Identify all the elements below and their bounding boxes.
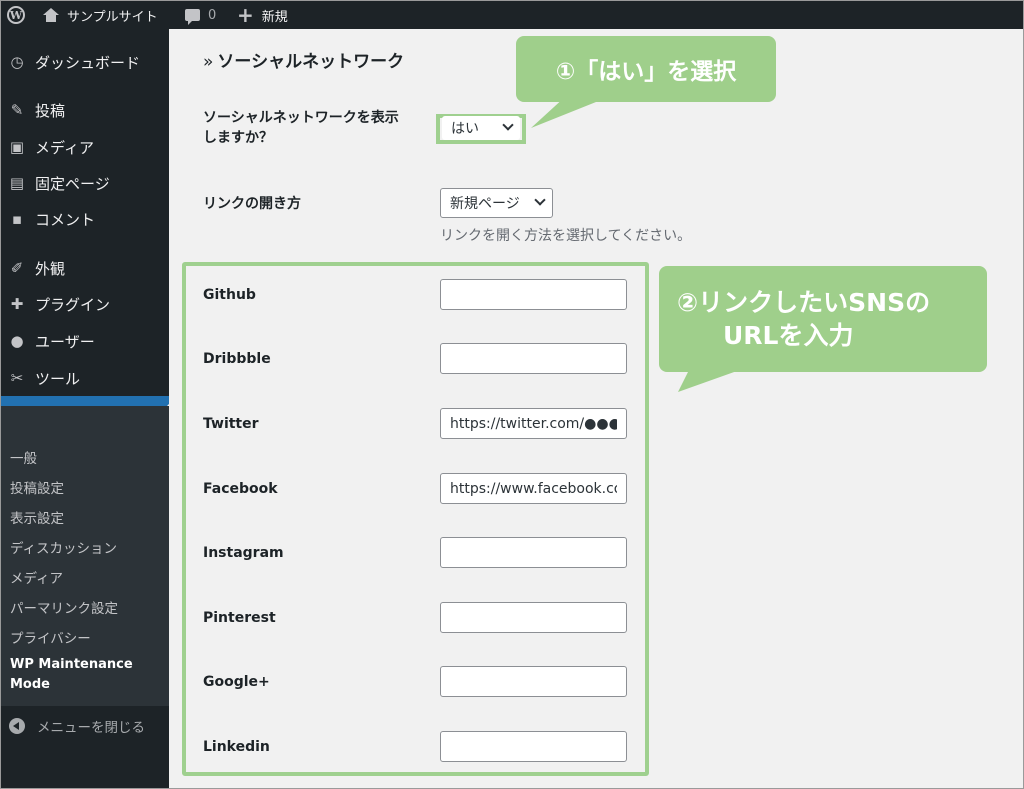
menu-label: ダッシュボード: [35, 53, 141, 72]
menu-label: 外観: [35, 259, 66, 278]
highlight-outline-sns: [182, 262, 649, 776]
comment-icon: ▪: [11, 210, 23, 228]
submenu-writing[interactable]: 投稿設定: [10, 477, 64, 497]
section-title: » ソーシャルネットワーク: [203, 47, 404, 72]
menu-tools[interactable]: ✂ ツール: [1, 360, 169, 396]
menu-label: 固定ページ: [35, 174, 110, 193]
callout1-tail: [531, 96, 611, 128]
callout-enter-sns-url: ②リンクしたいSNSの URLを入力: [659, 266, 987, 372]
submenu-bold-line2: Mode: [10, 677, 50, 692]
admin-sidebar: ◷ ダッシュボード ✎ 投稿 ▣ メディア ▤ 固定ページ ▪ コメント ✐ 外…: [1, 29, 169, 788]
pin-icon: ✎: [10, 101, 24, 119]
sns-label-linkedin: Linkedin: [203, 739, 270, 755]
collapse-label: メニューを閉じる: [37, 720, 145, 736]
menu-plugins[interactable]: ✚ プラグイン: [1, 286, 169, 322]
chevron-down-icon: [502, 119, 514, 131]
page-icon: ▤: [9, 174, 25, 192]
sns-input-linkedin[interactable]: [440, 731, 627, 762]
comments-link[interactable]: 0: [185, 1, 216, 29]
brush-icon: ✐: [10, 259, 24, 277]
site-name: サンプルサイト: [67, 9, 158, 25]
plus-icon: +: [237, 3, 254, 27]
callout-select-yes: ①「はい」を選択: [516, 36, 776, 102]
link-open-label: リンクの開き方: [203, 196, 301, 212]
settings-submenu: 一般 投稿設定 表示設定 ディスカッション メディア パーマリンク設定 プライバ…: [1, 406, 169, 706]
submenu-reading[interactable]: 表示設定: [10, 507, 64, 527]
collapse-menu-button[interactable]: メニューを閉じる: [1, 711, 169, 741]
comment-count: 0: [208, 7, 217, 23]
main-content: » ソーシャルネットワーク ソーシャルネットワークを表示 しますか？ はい リンク…: [169, 29, 1023, 788]
menu-label: コメント: [35, 210, 96, 229]
menu-label: メディア: [35, 138, 94, 157]
menu-users[interactable]: ● ユーザー: [1, 323, 169, 359]
link-open-value: 新規ページ: [450, 196, 520, 212]
menu-pages[interactable]: ▤ 固定ページ: [1, 165, 169, 201]
callout-enter-sns-url-line2: URLを入力: [723, 321, 854, 350]
menu-label: 投稿: [35, 101, 66, 120]
section-raquo: »: [203, 52, 214, 72]
admin-bar: W サンプルサイト 0 + 新規: [1, 1, 1023, 29]
sns-label-github: Github: [203, 287, 256, 303]
sns-label-instagram: Instagram: [203, 545, 284, 561]
show-social-select[interactable]: はい: [442, 116, 520, 140]
submenu-permalinks[interactable]: パーマリンク設定: [10, 597, 118, 617]
submenu-privacy[interactable]: プライバシー: [10, 627, 91, 647]
menu-comments[interactable]: ▪ コメント: [1, 201, 169, 237]
link-open-select[interactable]: 新規ページ: [440, 188, 553, 218]
sns-input-pinterest[interactable]: [440, 602, 627, 633]
sns-input-instagram[interactable]: [440, 537, 627, 568]
comment-bubble-icon: [185, 9, 200, 25]
sns-label-dribbble: Dribbble: [203, 351, 271, 367]
sns-label-twitter: Twitter: [203, 416, 259, 432]
menu-label: ツール: [35, 369, 81, 388]
chevron-down-icon: [534, 194, 546, 206]
menu-media[interactable]: ▣ メディア: [1, 129, 169, 165]
submenu-bold-line1: WP Maintenance: [10, 657, 133, 672]
sns-input-dribbble[interactable]: [440, 343, 627, 374]
wordpress-logo-button[interactable]: W: [5, 1, 27, 29]
callout-select-yes-text: ①「はい」を選択: [555, 59, 737, 85]
link-open-description: リンクを開く方法を選択してください。: [440, 228, 692, 244]
submenu-media[interactable]: メディア: [10, 567, 63, 587]
new-content-link[interactable]: + 新規: [237, 1, 288, 29]
menu-posts[interactable]: ✎ 投稿: [1, 92, 169, 128]
show-social-value: はい: [451, 121, 479, 137]
collapse-arrow-icon: [9, 718, 25, 734]
new-label: 新規: [261, 9, 288, 25]
show-social-label-line1: ソーシャルネットワークを表示: [203, 110, 399, 126]
sns-input-twitter[interactable]: [440, 408, 627, 439]
user-icon: ●: [10, 332, 24, 350]
plugin-icon: ✚: [10, 295, 24, 313]
submenu-discussion[interactable]: ディスカッション: [10, 537, 117, 557]
sns-input-googleplus[interactable]: [440, 666, 627, 697]
menu-label: ユーザー: [35, 332, 95, 351]
sns-label-pinterest: Pinterest: [203, 610, 276, 626]
sns-label-googleplus: Google+: [203, 674, 270, 690]
media-icon: ▣: [9, 138, 25, 156]
callout-enter-sns-url-line1: ②リンクしたいSNSの: [677, 288, 931, 317]
show-social-label: ソーシャルネットワークを表示 しますか？: [203, 108, 399, 148]
submenu-general[interactable]: 一般: [10, 447, 37, 467]
sns-input-github[interactable]: [440, 279, 627, 310]
screenshot-frame: W サンプルサイト 0 + 新規 ◷ ダッシュボード ✎ 投稿 ▣ メディア ▤: [0, 0, 1024, 789]
wrench-icon: ✂: [10, 369, 24, 387]
sns-label-facebook: Facebook: [203, 481, 278, 497]
section-title-text: ソーシャルネットワーク: [217, 52, 405, 72]
wordpress-icon: W: [7, 6, 25, 24]
sns-input-facebook[interactable]: [440, 473, 627, 504]
menu-label: プラグイン: [35, 295, 111, 314]
menu-appearance[interactable]: ✐ 外観: [1, 250, 169, 286]
show-social-label-line2: しますか？: [203, 130, 273, 146]
submenu-wp-maintenance-mode[interactable]: WP Maintenance Mode: [10, 655, 133, 695]
site-name-link[interactable]: サンプルサイト: [43, 1, 158, 29]
menu-dashboard[interactable]: ◷ ダッシュボード: [1, 44, 169, 80]
home-icon: [43, 8, 59, 22]
dashboard-icon: ◷: [10, 53, 24, 71]
